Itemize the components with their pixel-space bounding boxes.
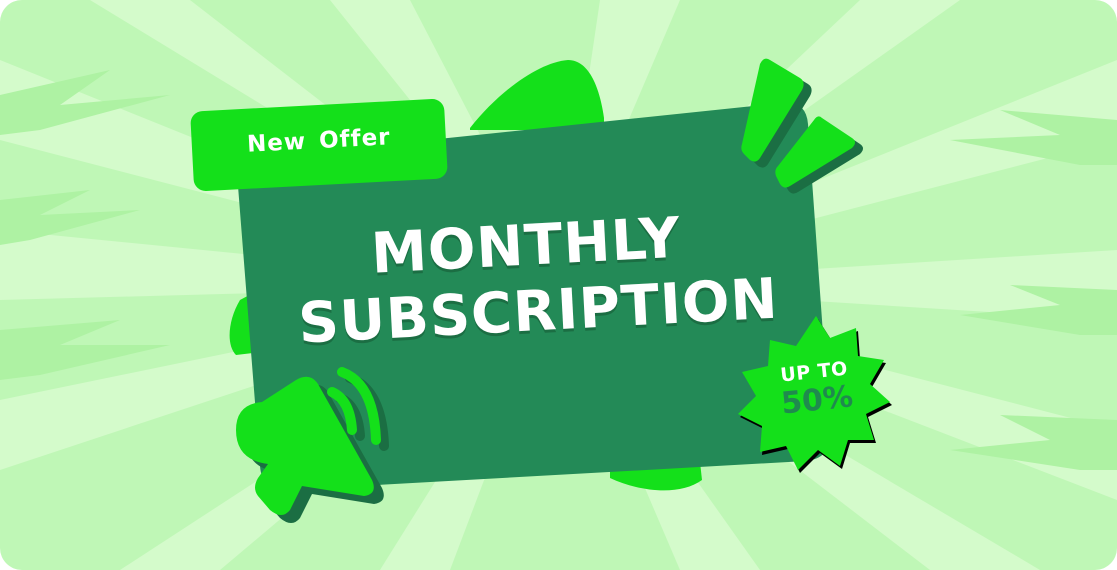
discount-badge: UP TO 50% [735, 309, 898, 472]
new-offer-label: New Offer [246, 124, 392, 158]
badge-percent: 50% [779, 379, 855, 422]
discount-badge-text: UP TO 50% [735, 309, 898, 472]
new-offer-tag: New Offer [190, 98, 448, 192]
promo-banner: New Offer MONTHLY SUBSCRIPTION UP TO 50% [0, 0, 1117, 570]
